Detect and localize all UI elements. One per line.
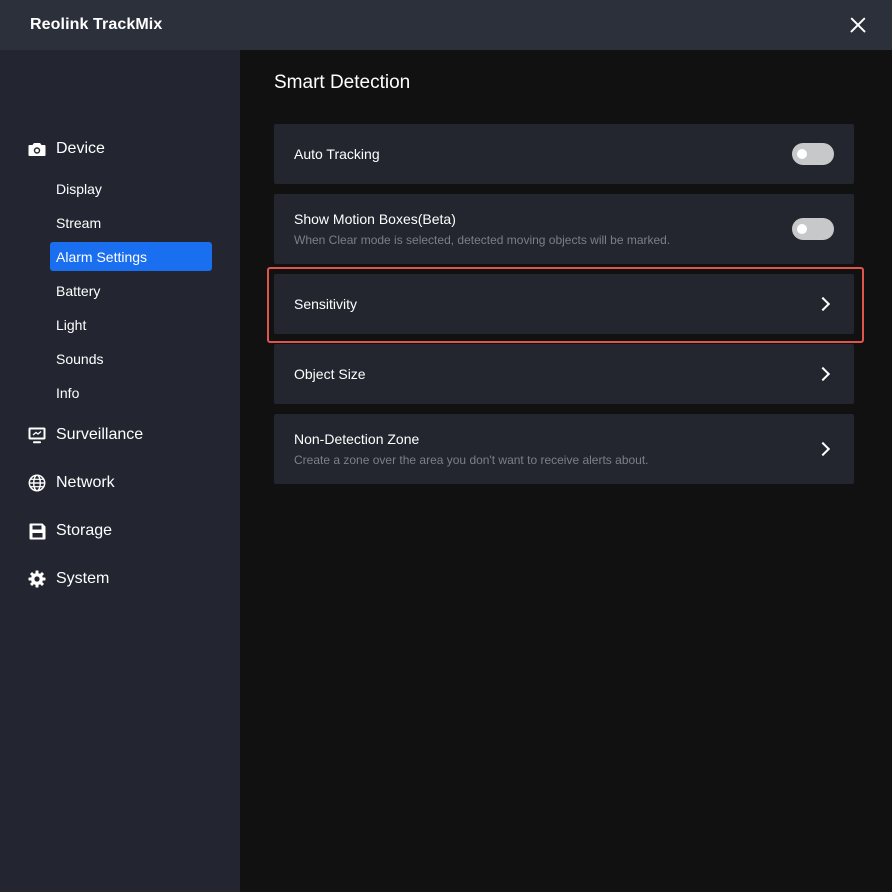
sidebar-section-network[interactable]: Network	[28, 471, 115, 495]
sidebar-item-battery[interactable]: Battery	[50, 276, 212, 305]
row-texts: Auto Tracking	[294, 146, 380, 162]
sidebar-item-label: Battery	[56, 282, 101, 299]
sidebar-section-storage[interactable]: Storage	[28, 519, 112, 543]
setting-row-non-detection-zone[interactable]: Non-Detection Zone Create a zone over th…	[274, 414, 854, 484]
sidebar-item-label: Sounds	[56, 350, 104, 367]
row-description: When Clear mode is selected, detected mo…	[294, 233, 671, 247]
settings-window: Reolink TrackMix Device Display Stream A…	[0, 0, 892, 892]
sidebar-item-label: Stream	[56, 214, 102, 231]
sidebar-section-label: Device	[56, 140, 105, 157]
sidebar-section-label: Surveillance	[56, 426, 144, 443]
toggle-knob	[797, 224, 807, 234]
sidebar-item-label: Light	[56, 316, 87, 333]
row-label: Non-Detection Zone	[294, 431, 420, 447]
auto-tracking-toggle[interactable]	[792, 143, 834, 165]
row-label: Sensitivity	[294, 296, 358, 312]
row-texts: Show Motion Boxes(Beta) When Clear mode …	[294, 211, 670, 247]
sidebar-item-display[interactable]: Display	[50, 174, 212, 203]
chevron-right-icon	[815, 366, 831, 382]
gear-icon	[28, 570, 46, 588]
row-label: Show Motion Boxes(Beta)	[294, 211, 456, 227]
row-texts: Non-Detection Zone Create a zone over th…	[294, 431, 649, 467]
sidebar-item-label: Info	[56, 384, 80, 401]
sidebar-item-info[interactable]: Info	[50, 378, 212, 407]
monitor-icon	[28, 426, 46, 444]
floppy-disk-icon	[28, 522, 46, 540]
sidebar-item-label: Alarm Settings	[56, 248, 148, 265]
sidebar-section-surveillance[interactable]: Surveillance	[28, 423, 143, 447]
main-panel: Smart Detection Auto Tracking Show Motio…	[240, 50, 892, 892]
globe-icon	[28, 474, 46, 492]
page-title: Smart Detection	[274, 72, 411, 93]
chevron-right-icon	[815, 441, 831, 457]
setting-row-show-motion-boxes: Show Motion Boxes(Beta) When Clear mode …	[274, 194, 854, 264]
sidebar-section-device[interactable]: Device	[28, 137, 105, 161]
sidebar: Device Display Stream Alarm Settings Bat…	[0, 50, 240, 892]
sidebar-item-alarm-settings[interactable]: Alarm Settings	[50, 242, 212, 271]
sidebar-item-sounds[interactable]: Sounds	[50, 344, 212, 373]
setting-row-object-size[interactable]: Object Size	[274, 344, 854, 404]
toggle-knob	[797, 149, 807, 159]
title-bar: Reolink TrackMix	[0, 0, 892, 50]
row-description: Create a zone over the area you don't wa…	[294, 453, 649, 467]
camera-icon	[28, 140, 46, 158]
setting-row-auto-tracking: Auto Tracking	[274, 124, 854, 184]
row-label: Auto Tracking	[294, 146, 380, 162]
sidebar-item-stream[interactable]: Stream	[50, 208, 212, 237]
setting-row-sensitivity[interactable]: Sensitivity	[274, 274, 854, 334]
show-motion-boxes-toggle[interactable]	[792, 218, 834, 240]
sidebar-section-label: Storage	[56, 522, 113, 539]
sidebar-section-system[interactable]: System	[28, 567, 109, 591]
row-texts: Sensitivity	[294, 296, 357, 312]
row-texts: Object Size	[294, 366, 366, 382]
row-label: Object Size	[294, 366, 366, 382]
close-icon[interactable]	[846, 13, 870, 37]
window-title: Reolink TrackMix	[30, 16, 163, 33]
sidebar-item-light[interactable]: Light	[50, 310, 212, 339]
sidebar-section-label: System	[56, 570, 110, 587]
sidebar-item-label: Display	[56, 180, 102, 197]
sidebar-section-label: Network	[56, 474, 115, 491]
chevron-right-icon	[815, 296, 831, 312]
